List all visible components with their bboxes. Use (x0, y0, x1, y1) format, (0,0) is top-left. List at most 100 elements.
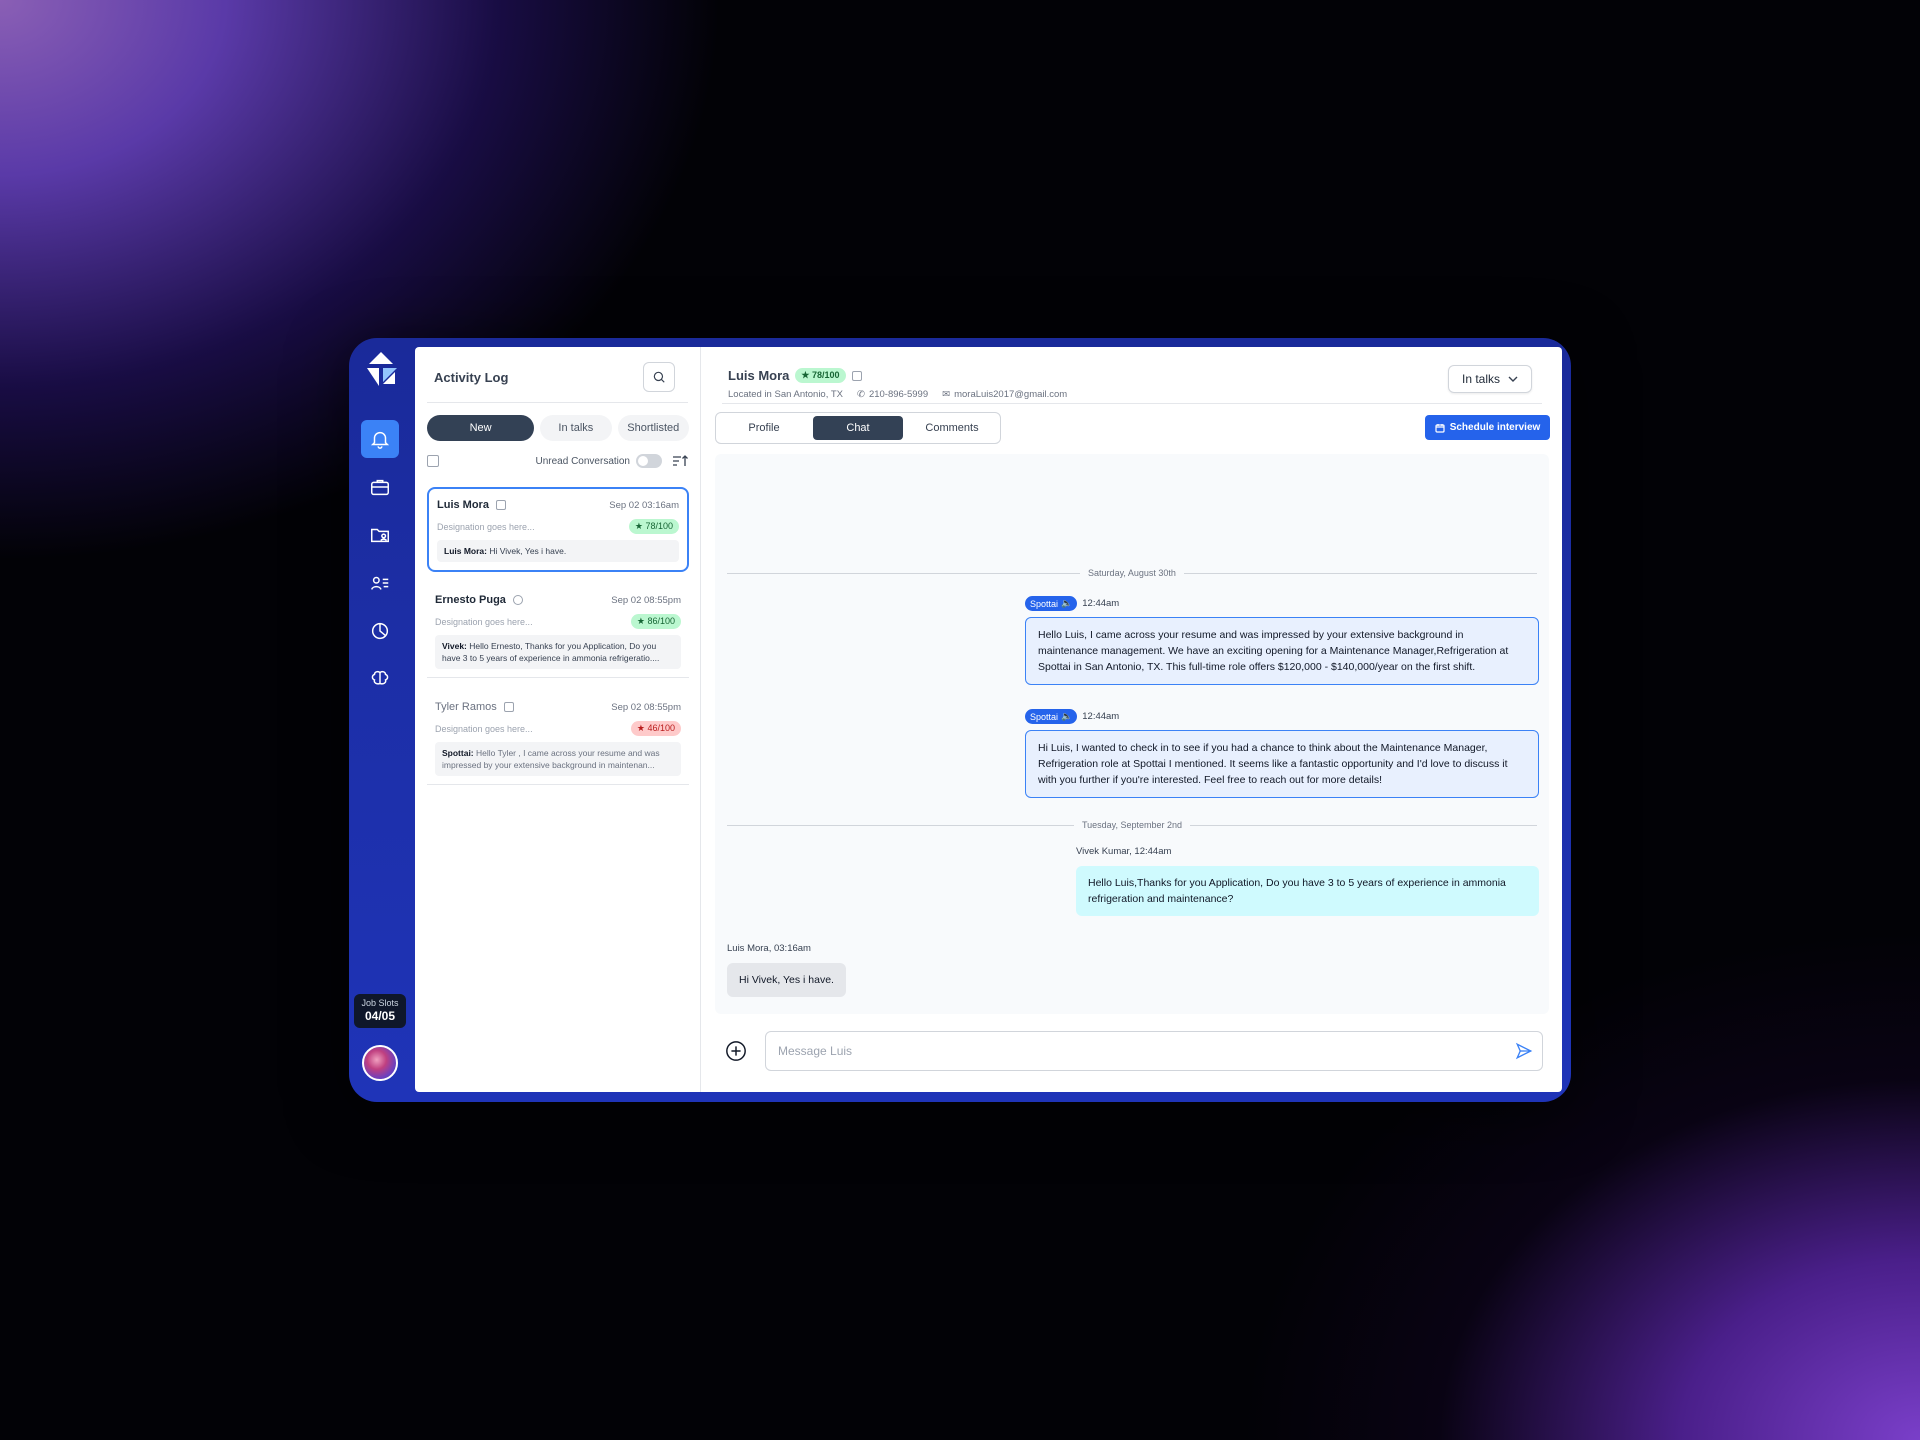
search-icon (653, 371, 665, 383)
schedule-interview-button[interactable]: Schedule interview (1425, 415, 1550, 440)
divider (722, 403, 1542, 404)
candidate-detail: Luis Mora ★ 78/100 Located in San Antoni… (702, 347, 1562, 1092)
chevron-down-icon (1508, 376, 1518, 382)
message-input[interactable] (765, 1031, 1543, 1071)
unread-label: Unread Conversation (535, 455, 631, 467)
message-preview: Luis Mora: Hi Vivek, Yes i have. (437, 540, 679, 562)
phone-icon: ✆ (856, 389, 865, 400)
brain-icon (371, 670, 389, 685)
spottai-tag: Spottai 🔈 (1025, 596, 1078, 611)
speaker-icon: 🔈 (1061, 598, 1073, 608)
speaker-icon: 🔈 (1061, 711, 1073, 721)
nav-ai[interactable] (361, 660, 399, 698)
message-preview: Vivek: Hello Ernesto, Thanks for you App… (435, 635, 681, 669)
candidate-name: Luis Mora (728, 368, 790, 383)
filter-new[interactable]: New (427, 415, 535, 441)
designation: Designation goes here... (437, 521, 535, 532)
conversation-name: Ernesto Puga (435, 594, 506, 606)
message-header: Luis Mora, 03:16am (727, 943, 811, 954)
designation: Designation goes here... (435, 616, 533, 627)
phone-info: ✆ 210-896-5999 (857, 389, 928, 400)
list-controls: Unread Conversation (427, 452, 688, 470)
nav-candidates[interactable] (361, 564, 399, 602)
message-bubble: Hi Luis, I wanted to check in to see if … (1025, 730, 1539, 798)
tab-comments[interactable]: Comments (907, 416, 997, 440)
conversation-item[interactable]: Luis Mora Sep 02 03:16am Designation goe… (427, 487, 689, 572)
candidate-header: Luis Mora ★ 78/100 (728, 368, 862, 383)
message-bubble: Hello Luis, I came across your resume an… (1025, 617, 1539, 685)
candidate-phone: 210-896-5999 (868, 389, 929, 400)
add-attachment-icon[interactable] (725, 1040, 747, 1062)
select-all-checkbox[interactable] (427, 455, 439, 467)
activity-title: Activity Log (434, 370, 509, 385)
score-badge: ★ 78/100 (795, 368, 846, 383)
star-icon: ★ (636, 723, 645, 733)
star-icon: ★ (801, 370, 810, 380)
score-badge: ★ 46/100 (630, 721, 681, 736)
conversation-date: Sep 02 08:55pm (611, 594, 681, 606)
pie-chart-icon (371, 622, 389, 640)
schedule-label: Schedule interview (1449, 422, 1541, 433)
message-bubble: Hi Vivek, Yes i have. (727, 963, 846, 997)
resume-icon (503, 702, 514, 712)
search-button[interactable] (643, 362, 675, 392)
candidate-location: Located in San Antonio, TX (728, 389, 843, 400)
score-badge: ★ 78/100 (628, 519, 679, 534)
send-icon[interactable] (1515, 1042, 1533, 1060)
conversation-date: Sep 02 08:55pm (611, 701, 681, 713)
message-header: Spottai 🔈 12:44am (1025, 709, 1119, 724)
star-icon: ★ (636, 616, 645, 626)
conversation-date: Sep 02 03:16am (609, 499, 679, 511)
job-slots-label: Job Slots (361, 998, 399, 1008)
status-dropdown[interactable]: In talks (1448, 365, 1532, 393)
message-header: Spottai 🔈 12:44am (1025, 596, 1119, 611)
star-icon: ★ (634, 521, 643, 531)
nav-analytics[interactable] (361, 612, 399, 650)
conversation-name: Tyler Ramos (435, 701, 497, 713)
status-filter: New In talks Shortlisted (427, 415, 689, 441)
resume-icon (495, 500, 506, 510)
designation: Designation goes here... (435, 723, 533, 734)
unread-toggle[interactable] (636, 454, 662, 468)
resume-icon[interactable] (851, 370, 862, 381)
nav-jobs[interactable] (361, 468, 399, 506)
user-avatar[interactable] (362, 1045, 398, 1081)
chat-thread[interactable]: Saturday, August 30th Spottai 🔈 12:44am H… (715, 454, 1549, 1014)
briefcase-icon (371, 479, 389, 496)
email-info: ✉ moraLuis2017@gmail.com (942, 389, 1067, 400)
calendar-icon (1435, 423, 1445, 433)
message-composer (715, 1031, 1549, 1071)
message-time: 12:44am (1082, 598, 1120, 609)
app-window: Job Slots 04/05 Activity Log New In talk… (349, 338, 1571, 1102)
status-value: In talks (1461, 372, 1500, 386)
filter-in-talks[interactable]: In talks (540, 415, 612, 441)
conversation-name: Luis Mora (437, 499, 489, 511)
sort-icon[interactable] (672, 454, 688, 468)
message-bubble: Hello Luis,Thanks for you Application, D… (1076, 866, 1539, 916)
divider (427, 402, 688, 403)
message-header: Vivek Kumar, 12:44am (1076, 846, 1172, 857)
date-separator: Saturday, August 30th (727, 567, 1537, 579)
main-screen: Activity Log New In talks Shortlisted Un… (415, 347, 1562, 1092)
date-separator: Tuesday, September 2nd (727, 819, 1537, 831)
conversation-item[interactable]: Tyler Ramos Sep 02 08:55pm Designation g… (427, 691, 689, 785)
user-list-icon (371, 576, 389, 590)
spottai-tag: Spottai 🔈 (1025, 709, 1078, 724)
job-slots-value: 04/05 (364, 1009, 396, 1023)
message-time: 12:44am (1082, 711, 1120, 722)
filter-shortlisted[interactable]: Shortlisted (617, 415, 689, 441)
tab-profile[interactable]: Profile (719, 416, 809, 440)
candidate-meta: Located in San Antonio, TX ✆ 210-896-5999… (728, 389, 1067, 400)
nav-folders[interactable] (361, 516, 399, 554)
app-logo[interactable] (361, 350, 401, 394)
folder-user-icon (371, 528, 389, 543)
job-slots: Job Slots 04/05 (354, 994, 406, 1028)
candidate-email[interactable]: moraLuis2017@gmail.com (954, 389, 1067, 400)
nav-rail: Job Slots 04/05 (349, 338, 415, 1102)
nav-notifications[interactable] (361, 420, 399, 458)
detail-tabs: Profile Chat Comments (715, 412, 1001, 444)
tab-chat[interactable]: Chat (813, 416, 903, 440)
activity-panel: Activity Log New In talks Shortlisted Un… (415, 347, 701, 1092)
conversation-item[interactable]: Ernesto Puga Sep 02 08:55pm Designation … (427, 584, 689, 678)
mail-icon: ✉ (942, 389, 951, 400)
